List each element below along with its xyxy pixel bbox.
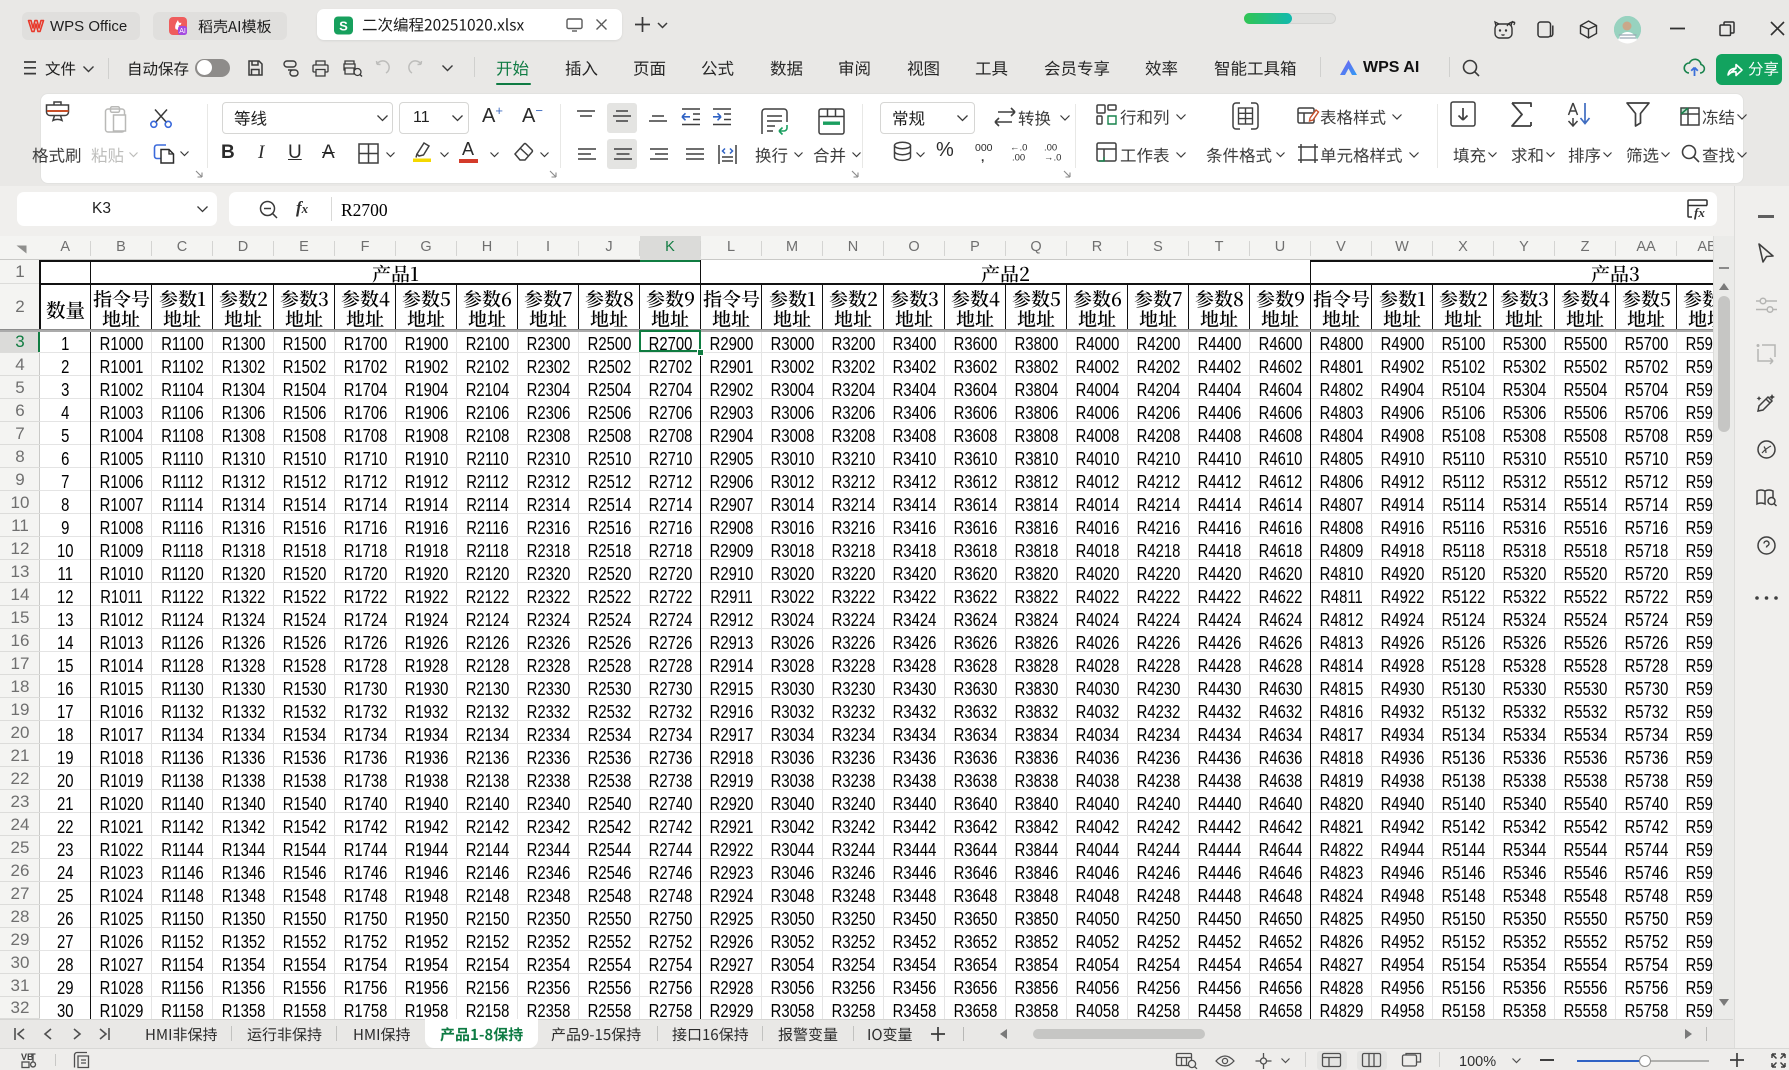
svg-text:S: S (339, 19, 348, 34)
svg-text:AI: AI (179, 28, 186, 35)
svg-text:→.0: →.0 (1044, 153, 1061, 164)
svg-text:,: , (981, 150, 984, 164)
svg-text:fx: fx (1694, 205, 1705, 220)
svg-text:.00: .00 (1012, 153, 1025, 164)
